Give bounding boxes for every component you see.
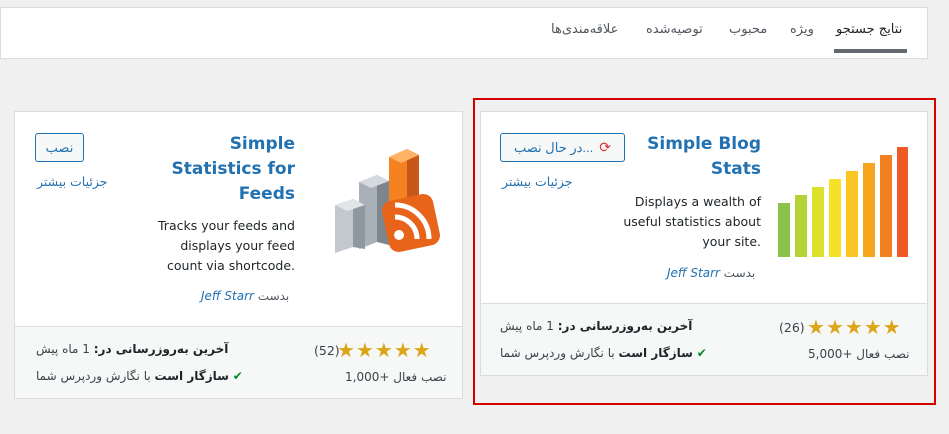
star-icon: ★ [355, 338, 374, 362]
check-icon: ✔ [232, 369, 243, 383]
star-icon: ★ [412, 338, 431, 362]
install-button[interactable]: نصب [35, 133, 84, 162]
more-details-link[interactable]: جزئیات بیشتر [37, 174, 108, 189]
last-updated: آخرین به‌روزرسانی در: 1 ماه پیش [36, 342, 229, 356]
highlight-box [473, 98, 936, 405]
tab-recommended[interactable]: توصیه‌شده [646, 22, 703, 37]
star-icon: ★ [374, 338, 393, 362]
rating-count: (52) [314, 343, 340, 358]
compatibility: سازگار است با نگارش وردپرس شما ✔ [36, 369, 243, 383]
star-rating: ★ ★ ★ ★ ★ [337, 340, 431, 360]
plugin-description: Tracks your feeds and displays your feed… [158, 218, 295, 273]
tab-popular[interactable]: محبوب [729, 22, 767, 37]
tab-search-results[interactable]: نتایج جستجو [836, 22, 902, 37]
plugin-author: Jeff Starr بدست [201, 289, 290, 303]
tab-featured[interactable]: ویژه [790, 22, 814, 37]
tab-favorites[interactable]: علاقه‌مندی‌ها [551, 22, 618, 37]
plugin-card-simple-statistics-for-feeds: Simple Statistics for Feeds نصب جزئیات ب… [14, 111, 463, 399]
plugin-icon-feeds[interactable] [329, 137, 447, 255]
star-icon: ★ [337, 338, 355, 362]
plugin-card-footer: ★ ★ ★ ★ ★ (52) 1,000+ نصب فعال آخرین به‌… [15, 326, 462, 398]
active-tab-indicator [834, 49, 907, 53]
author-link[interactable]: Jeff Starr [201, 289, 254, 303]
active-installs: 1,000+ نصب فعال [345, 370, 447, 384]
star-icon: ★ [393, 338, 412, 362]
plugin-title[interactable]: Simple Statistics for Feeds [165, 132, 295, 207]
plugin-filter-tabs: نتایج جستجو ویژه محبوب توصیه‌شده علاقه‌م… [0, 7, 928, 59]
